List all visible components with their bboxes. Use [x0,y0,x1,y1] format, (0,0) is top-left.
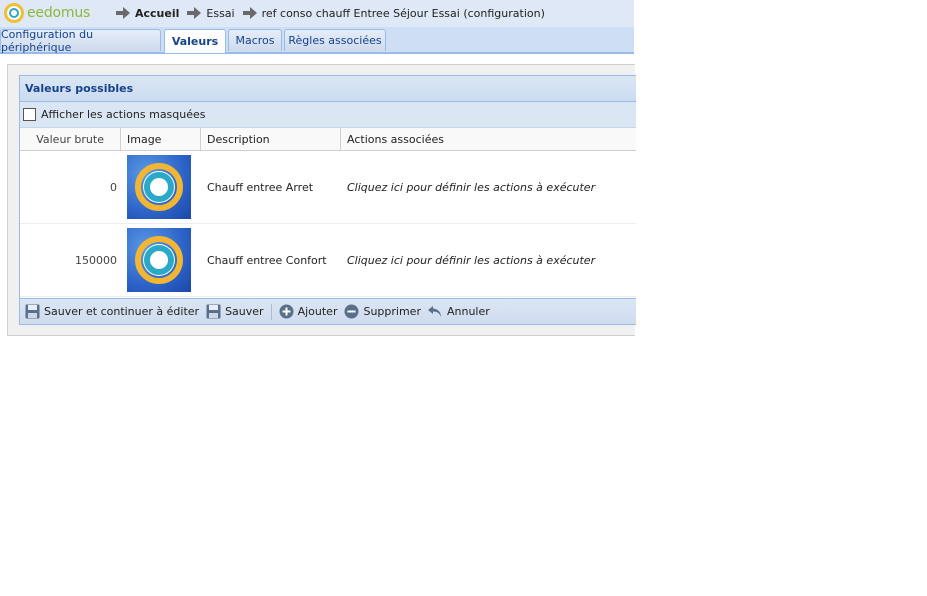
options-bar: Afficher les actions masquées [20,102,636,128]
tab-bar: Configuration du périphérique Valeurs Ma… [0,27,634,54]
floppy-disk-icon [206,304,221,319]
grid-header: Valeur brute Image Description Actions a… [20,128,636,151]
values-panel: Valeurs possibles Afficher les actions m… [19,75,636,325]
arrow-right-icon [242,7,257,19]
actions-cell[interactable]: Cliquez ici pour définir les actions à e… [341,151,636,223]
panel-title: Valeurs possibles [20,76,636,102]
breadcrumb-item-device: ref conso chauff Entree Séjour Essai (co… [242,7,545,20]
column-header-description[interactable]: Description [201,128,341,150]
eedomus-logo[interactable]: eedomus [4,2,90,24]
plus-circle-icon [279,304,294,319]
cancel-button[interactable]: Annuler [427,304,490,319]
breadcrumb: Accueil Essai ref conso chauff Entree Sé… [116,0,553,26]
breadcrumb-item-room[interactable]: Essai [187,7,235,20]
thermostat-ring-icon[interactable] [127,155,191,219]
description-cell[interactable]: Chauff entree Arret [201,151,341,223]
breadcrumb-item-home[interactable]: Accueil [116,7,179,20]
actions-cell[interactable]: Cliquez ici pour définir les actions à e… [341,224,636,296]
undo-arrow-icon [427,306,441,317]
panel-toolbar: Sauver et continuer à éditer Sauver Ajou… [20,298,636,324]
top-bar: eedomus Accueil Essai ref conso chauff E… [0,0,634,28]
table-row[interactable]: 150000 Chauff entree Confort Cliquez ici… [20,224,636,297]
description-cell[interactable]: Chauff entree Confort [201,224,341,296]
save-continue-button[interactable]: Sauver et continuer à éditer [25,304,199,319]
image-cell[interactable] [121,224,201,296]
minus-circle-icon [344,304,359,319]
tab-configuration[interactable]: Configuration du périphérique [0,28,161,54]
toolbar-separator [270,303,272,320]
table-row[interactable]: 0 Chauff entree Arret Cliquez ici pour d… [20,151,636,224]
arrow-right-icon [187,7,202,19]
column-header-image[interactable]: Image [121,128,201,150]
raw-value-cell[interactable]: 150000 [20,224,121,296]
logo-ring-icon [4,3,24,23]
app-window: eedomus Accueil Essai ref conso chauff E… [0,0,636,340]
save-button[interactable]: Sauver [206,304,264,319]
content-area: Valeurs possibles Afficher les actions m… [7,64,636,336]
tab-valeurs[interactable]: Valeurs [164,29,226,53]
thermostat-ring-icon[interactable] [127,228,191,292]
show-hidden-checkbox[interactable] [23,108,36,121]
show-hidden-label[interactable]: Afficher les actions masquées [41,108,206,121]
raw-value-cell[interactable]: 0 [20,151,121,223]
column-header-actions[interactable]: Actions associées [341,128,636,150]
add-button[interactable]: Ajouter [279,304,337,319]
column-header-raw-value[interactable]: Valeur brute [20,128,121,150]
tab-regles[interactable]: Règles associées [284,29,386,51]
logo-text: eedomus [27,5,91,21]
arrow-right-icon [116,7,130,19]
floppy-disk-icon [25,304,40,319]
image-cell[interactable] [121,151,201,223]
delete-button[interactable]: Supprimer [344,304,421,319]
tab-macros[interactable]: Macros [228,29,282,51]
